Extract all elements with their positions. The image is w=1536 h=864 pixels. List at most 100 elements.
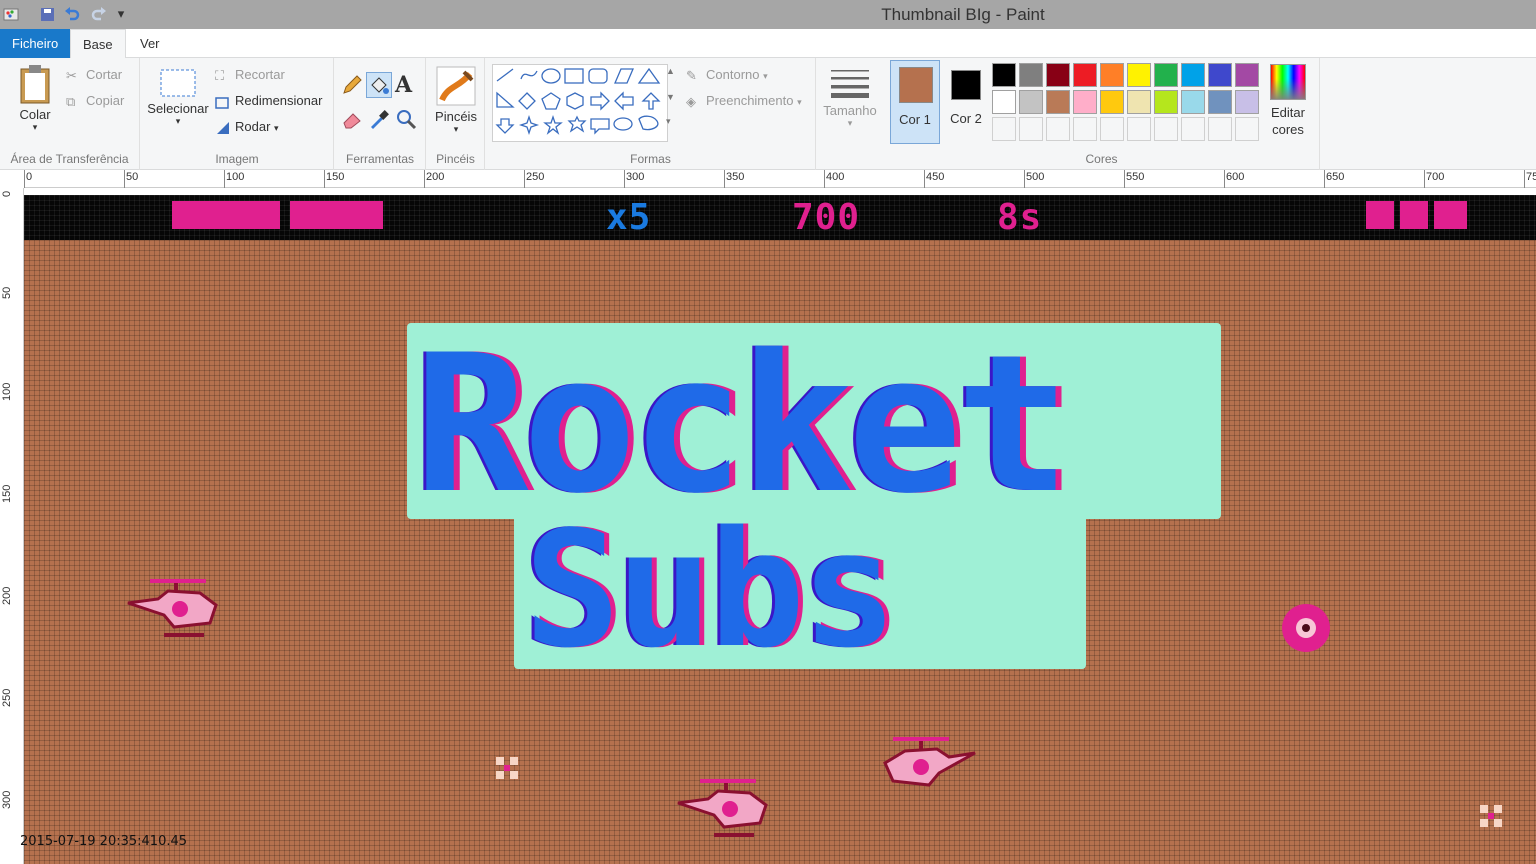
shapes-gallery[interactable] (492, 64, 668, 142)
resize-button[interactable]: Redimensionar (215, 93, 322, 110)
custom-color-slot[interactable] (1100, 117, 1124, 141)
tab-file[interactable]: Ficheiro (0, 29, 71, 58)
fill-label: Preenchimento (706, 93, 794, 108)
ruler-tick (1224, 170, 1225, 188)
pencil-tool[interactable] (341, 74, 363, 99)
select-button[interactable]: Selecionar ▾ (145, 68, 211, 127)
eraser-icon (343, 113, 361, 129)
palette-color-swatch[interactable] (1019, 90, 1043, 114)
palette-color-swatch[interactable] (1127, 90, 1151, 114)
palette-color-swatch[interactable] (1208, 90, 1232, 114)
fill-icon: ◈ (686, 93, 696, 109)
custom-color-slot[interactable] (1235, 117, 1259, 141)
palette-color-swatch[interactable] (1100, 90, 1124, 114)
ruler-tick (424, 170, 425, 188)
color1-button[interactable]: Cor 1 (890, 60, 940, 144)
palette-color-swatch[interactable] (992, 90, 1016, 114)
outline-button[interactable]: ✎ Contorno ▾ (686, 67, 768, 84)
ruler-tick-label: 0 (26, 171, 33, 183)
shapes-icons (495, 67, 661, 136)
custom-color-slot[interactable] (1208, 117, 1232, 141)
size-label: Tamanho (823, 103, 877, 118)
crop-icon: ⛶ (215, 67, 225, 83)
ruler-tick (1024, 170, 1025, 188)
copy-button[interactable]: ⧉ Copiar (66, 93, 124, 110)
ruler-tick (724, 170, 725, 188)
custom-color-slot[interactable] (1154, 117, 1178, 141)
helicopter-sprite (883, 737, 976, 787)
palette-color-swatch[interactable] (1181, 63, 1205, 87)
shapes-scroll-down[interactable]: ▼ (666, 92, 675, 102)
brushes-button[interactable]: Pincéis ▾ (433, 66, 479, 135)
paint-bucket-icon (371, 77, 389, 94)
palette-color-swatch[interactable] (1181, 90, 1205, 114)
ruler-tick (124, 170, 125, 188)
palette-color-swatch[interactable] (1019, 63, 1043, 87)
horizontal-ruler: 0 50 100 150 200 250 300 350 400 450 500 550 600 650 7… (24, 170, 1536, 188)
custom-color-slot[interactable] (1046, 117, 1070, 141)
custom-color-slot[interactable] (1073, 117, 1097, 141)
cut-label: Cortar (86, 67, 123, 82)
time-counter: 8s (997, 197, 1043, 238)
tab-home[interactable]: Base (70, 29, 126, 59)
edit-colors-button[interactable]: Editar cores (1266, 64, 1310, 138)
ruler-tick-label: 350 (726, 171, 745, 183)
ruler-tick-label: 50 (126, 171, 139, 183)
tab-view[interactable]: Ver (128, 29, 172, 58)
color-picker-tool[interactable] (368, 108, 390, 133)
palette-color-swatch[interactable] (1073, 63, 1097, 87)
text-tool[interactable]: A (395, 72, 412, 98)
ruler-tick-label: 700 (1426, 171, 1445, 183)
paste-button[interactable]: Colar ▾ (10, 64, 60, 133)
select-label: Selecionar (147, 101, 209, 116)
palette-color-swatch[interactable] (1127, 63, 1151, 87)
ruler-tick-label: 200 (1, 586, 13, 605)
palette-color-swatch[interactable] (1235, 63, 1259, 87)
crop-button[interactable]: ⛶ Recortar (215, 67, 285, 84)
ruler-tick-label: 150 (326, 171, 345, 183)
edit-colors-label: Editar cores (1271, 105, 1305, 137)
ruler-tick-label: 600 (1226, 171, 1245, 183)
score-counter: 700 (792, 197, 861, 238)
shapes-expand[interactable]: ▾ (666, 116, 671, 127)
palette-color-swatch[interactable] (1100, 63, 1124, 87)
scissors-icon: ✂ (66, 67, 77, 83)
fill-tool[interactable] (366, 72, 392, 98)
image-group-label: Imagem (215, 152, 259, 166)
rotate-button[interactable]: Rodar ▾ (215, 119, 279, 136)
palette-color-swatch[interactable] (1154, 63, 1178, 87)
fill-button[interactable]: ◈ Preenchimento ▾ (686, 93, 802, 110)
size-button[interactable]: Tamanho ▾ (821, 66, 879, 129)
tools-group: A Ferramentas (335, 58, 426, 170)
shapes-scroll-up[interactable]: ▲ (666, 66, 675, 76)
palette-color-swatch[interactable] (1154, 90, 1178, 114)
ammo-block-1 (1366, 201, 1394, 229)
custom-color-slot[interactable] (1181, 117, 1205, 141)
health-bar-2 (290, 201, 383, 229)
ruler-tick (1524, 170, 1525, 188)
ruler-tick (324, 170, 325, 188)
palette-color-swatch[interactable] (1046, 90, 1070, 114)
eraser-tool[interactable] (341, 108, 363, 133)
logo-line1: Rocket (414, 314, 1070, 535)
magnifier-tool[interactable] (395, 108, 417, 133)
palette-color-swatch[interactable] (1208, 63, 1232, 87)
palette-color-swatch[interactable] (1235, 90, 1259, 114)
clipboard-group-label: Área de Transferência (10, 152, 129, 166)
cut-button[interactable]: ✂ Cortar (66, 67, 122, 84)
palette-color-swatch[interactable] (992, 63, 1016, 87)
rotate-icon (215, 120, 231, 136)
brush-icon (436, 66, 476, 106)
selection-rectangle-icon (160, 69, 196, 97)
custom-color-slot[interactable] (1127, 117, 1151, 141)
palette-color-swatch[interactable] (1073, 90, 1097, 114)
palette-color-swatch[interactable] (1046, 63, 1070, 87)
drawing-canvas[interactable]: x5 700 8s Rocket Subs (24, 195, 1536, 864)
custom-color-slot[interactable] (1019, 117, 1043, 141)
color1-label: Cor 1 (899, 112, 931, 127)
color2-button[interactable]: Cor 2 (942, 60, 992, 144)
custom-color-slot[interactable] (992, 117, 1016, 141)
ruler-tick-label: 250 (526, 171, 545, 183)
ruler-tick-label: 400 (826, 171, 845, 183)
colors-group: Cor 1 Cor 2 Editar cores Cores (884, 58, 1320, 170)
